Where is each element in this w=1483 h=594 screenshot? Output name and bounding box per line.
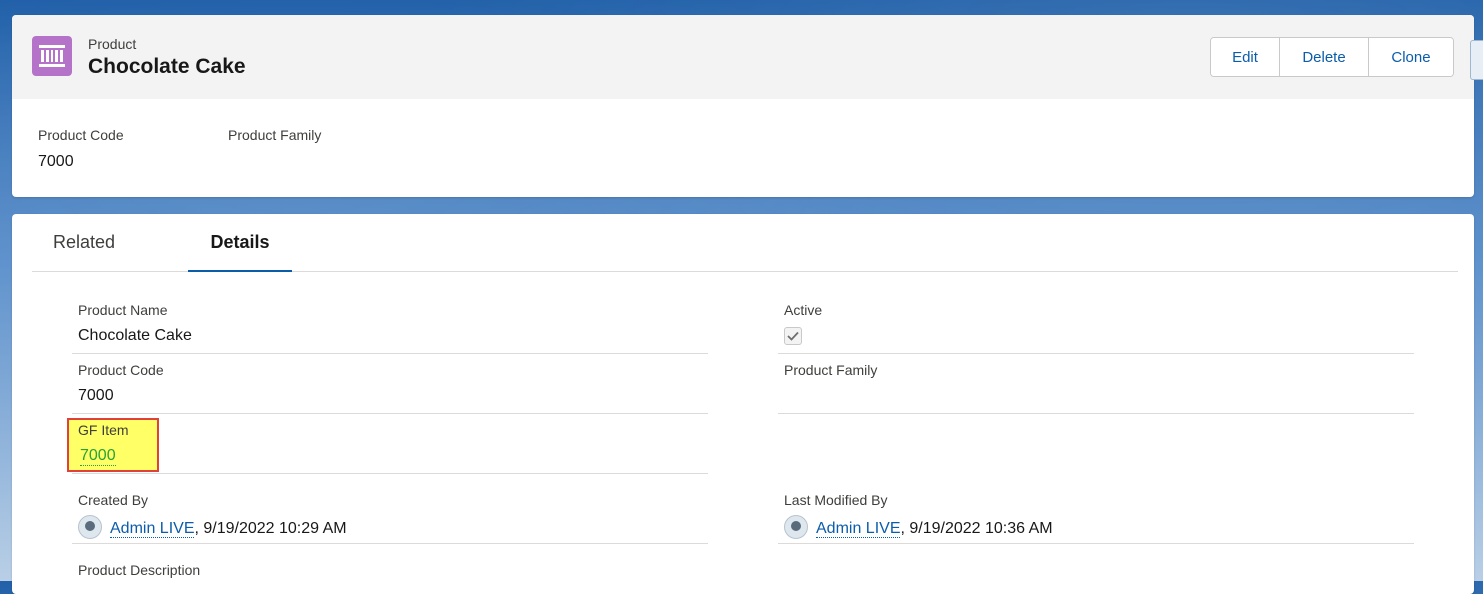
active-checkbox xyxy=(784,327,802,345)
object-type-label: Product xyxy=(88,36,137,52)
edit-button[interactable]: Edit xyxy=(1211,38,1279,76)
field-label: Product Family xyxy=(784,362,878,378)
field-label: Active xyxy=(784,302,823,318)
field-product-code: Product Code 7000 xyxy=(72,353,708,414)
gf-item-link[interactable]: 7000 xyxy=(80,447,116,466)
field-value: Admin LIVE, 9/19/2022 10:29 AM xyxy=(78,515,347,541)
field-product-name: Product Name Chocolate Cake xyxy=(72,293,708,354)
field-label: Product Name xyxy=(78,302,168,318)
field-created-by: Created By Admin LIVE, 9/19/2022 10:29 A… xyxy=(72,483,708,544)
highlight-value: 7000 xyxy=(38,153,74,170)
field-value: Chocolate Cake xyxy=(78,327,192,344)
last-modified-date: , 9/19/2022 10:36 AM xyxy=(900,520,1053,538)
field-value: 7000 xyxy=(78,387,114,404)
user-avatar-icon xyxy=(784,515,808,539)
highlight-label: Product Family xyxy=(228,127,322,143)
record-title: Chocolate Cake xyxy=(88,55,246,78)
clone-button[interactable]: Clone xyxy=(1368,38,1453,76)
field-label: Last Modified By xyxy=(784,492,888,508)
gf-item-label: GF Item xyxy=(78,422,129,438)
product-barcode-icon xyxy=(32,36,72,76)
created-date: , 9/19/2022 10:29 AM xyxy=(194,520,347,538)
highlight-product-code: Product Code 7000 xyxy=(38,127,124,171)
last-modified-user-link[interactable]: Admin LIVE xyxy=(816,520,901,539)
field-label: Product Code xyxy=(78,362,164,378)
delete-button[interactable]: Delete xyxy=(1279,38,1368,76)
field-gf-item xyxy=(72,413,708,474)
user-avatar-icon xyxy=(78,515,102,539)
created-by-user-link[interactable]: Admin LIVE xyxy=(110,520,195,539)
highlight-label: Product Code xyxy=(38,127,124,143)
page-scrollbar[interactable] xyxy=(1470,40,1483,80)
tab-related[interactable]: Related xyxy=(53,214,115,271)
field-last-modified-by: Last Modified By Admin LIVE, 9/19/2022 1… xyxy=(778,483,1414,544)
highlight-product-family: Product Family xyxy=(228,127,321,153)
field-active: Active xyxy=(778,293,1414,354)
tab-details[interactable]: Details xyxy=(188,214,292,272)
record-action-buttons: Edit Delete Clone xyxy=(1210,37,1454,77)
field-product-description: Product Description xyxy=(72,553,708,581)
field-label: Product Description xyxy=(78,562,201,578)
field-label: Created By xyxy=(78,492,149,508)
field-product-family: Product Family xyxy=(778,353,1414,414)
record-header-card: Product Chocolate Cake Edit Delete Clone… xyxy=(12,15,1474,197)
record-tabs: Related Details xyxy=(32,214,1458,272)
field-value: Admin LIVE, 9/19/2022 10:36 AM xyxy=(784,515,1053,541)
checkmark-icon xyxy=(787,331,799,341)
